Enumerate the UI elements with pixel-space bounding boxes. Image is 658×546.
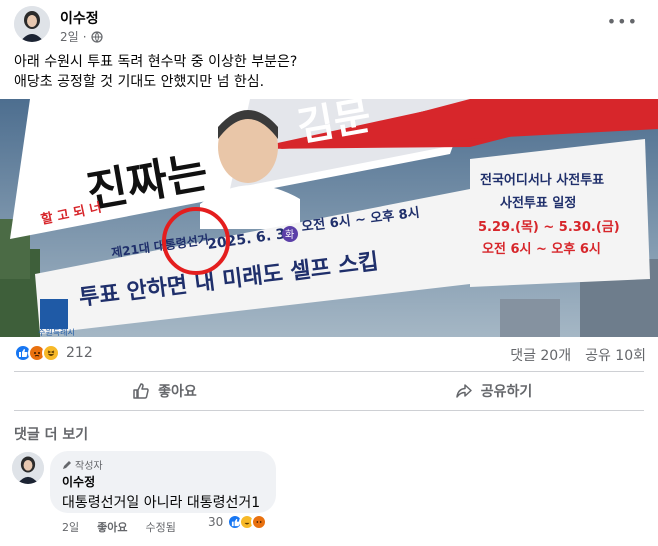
author-avatar[interactable] bbox=[14, 6, 50, 42]
haha-reaction-icon bbox=[42, 344, 60, 362]
comment-time[interactable]: 2일 bbox=[62, 519, 79, 535]
reaction-summary[interactable]: 212 bbox=[14, 344, 93, 362]
banner-org: 수원특례시 bbox=[38, 327, 75, 337]
comment-actions: 2일 좋아요 수정됨 bbox=[62, 519, 176, 535]
angry-reaction-icon bbox=[251, 514, 268, 530]
more-options-icon[interactable]: ••• bbox=[607, 12, 638, 31]
engagement-counts: 댓글 20개 공유 10회 bbox=[510, 345, 646, 365]
like-label: 좋아요 bbox=[158, 384, 197, 400]
banner-right-dates: 5.29.(목) ~ 5.30.(금) bbox=[478, 220, 620, 235]
share-button[interactable]: 공유하기 bbox=[329, 374, 658, 408]
share-count[interactable]: 공유 10회 bbox=[585, 345, 646, 365]
banner-day: 화 bbox=[285, 229, 294, 241]
divider bbox=[14, 410, 644, 411]
comment-edited-label: 수정됨 bbox=[145, 521, 176, 534]
comment-avatar[interactable] bbox=[12, 452, 44, 484]
author-badge-label: 작성자 bbox=[75, 461, 103, 472]
banner-image: 진짜는 할 고 되 너 김문 수원특례시 제21대 대통령선거 2025. 6.… bbox=[0, 99, 658, 337]
post-stats: 212 댓글 20개 공유 10회 bbox=[0, 338, 658, 370]
banner-right-title: 전국어디서나 사전투표 bbox=[480, 172, 604, 188]
comment-author[interactable]: 이수정 bbox=[62, 473, 264, 490]
comment-react-count: 30 bbox=[208, 515, 224, 529]
reaction-count[interactable]: 212 bbox=[66, 345, 93, 361]
post-text-line-1: 아래 수원시 투표 독려 현수막 중 이상한 부분은? bbox=[14, 54, 298, 70]
comment-bubble: 작성자 이수정 대통령선거일 아니라 대통령선거1 bbox=[50, 451, 276, 513]
post-photo[interactable]: 진짜는 할 고 되 너 김문 수원특례시 제21대 대통령선거 2025. 6.… bbox=[0, 99, 658, 337]
divider bbox=[14, 371, 644, 372]
comment-reactions[interactable]: 30 bbox=[208, 514, 268, 530]
post-actions: 좋아요 공유하기 bbox=[0, 374, 658, 408]
post-meta: 2일 · bbox=[60, 28, 103, 45]
post-text: 아래 수원시 투표 독려 현수막 중 이상한 부분은? 애당초 공정할 것 기대… bbox=[14, 52, 644, 92]
view-more-comments-link[interactable]: 댓글 더 보기 bbox=[14, 424, 88, 444]
comment-count[interactable]: 댓글 20개 bbox=[510, 345, 571, 365]
comment-text: 대통령선거일 아니라 대통령선거1 bbox=[62, 495, 261, 511]
author-name[interactable]: 이수정 bbox=[60, 8, 99, 28]
like-button[interactable]: 좋아요 bbox=[0, 374, 329, 408]
pencil-icon bbox=[63, 460, 71, 469]
banner-right-time: 오전 6시 ~ 오후 6시 bbox=[482, 241, 601, 257]
author-badge: 작성자 bbox=[62, 457, 264, 472]
post-time[interactable]: 2일 bbox=[60, 28, 79, 45]
banner-right-sub: 사전투표 일정 bbox=[500, 195, 576, 211]
share-icon bbox=[455, 384, 472, 398]
thumbs-up-icon bbox=[133, 383, 149, 399]
globe-icon bbox=[90, 30, 103, 43]
post-text-line-2: 애당초 공정할 것 기대도 안했지만 넘 한심. bbox=[14, 74, 265, 90]
comment-like-button[interactable]: 좋아요 bbox=[97, 519, 127, 535]
post-header: 이수정 2일 · ••• bbox=[0, 0, 658, 48]
share-label: 공유하기 bbox=[480, 384, 533, 400]
